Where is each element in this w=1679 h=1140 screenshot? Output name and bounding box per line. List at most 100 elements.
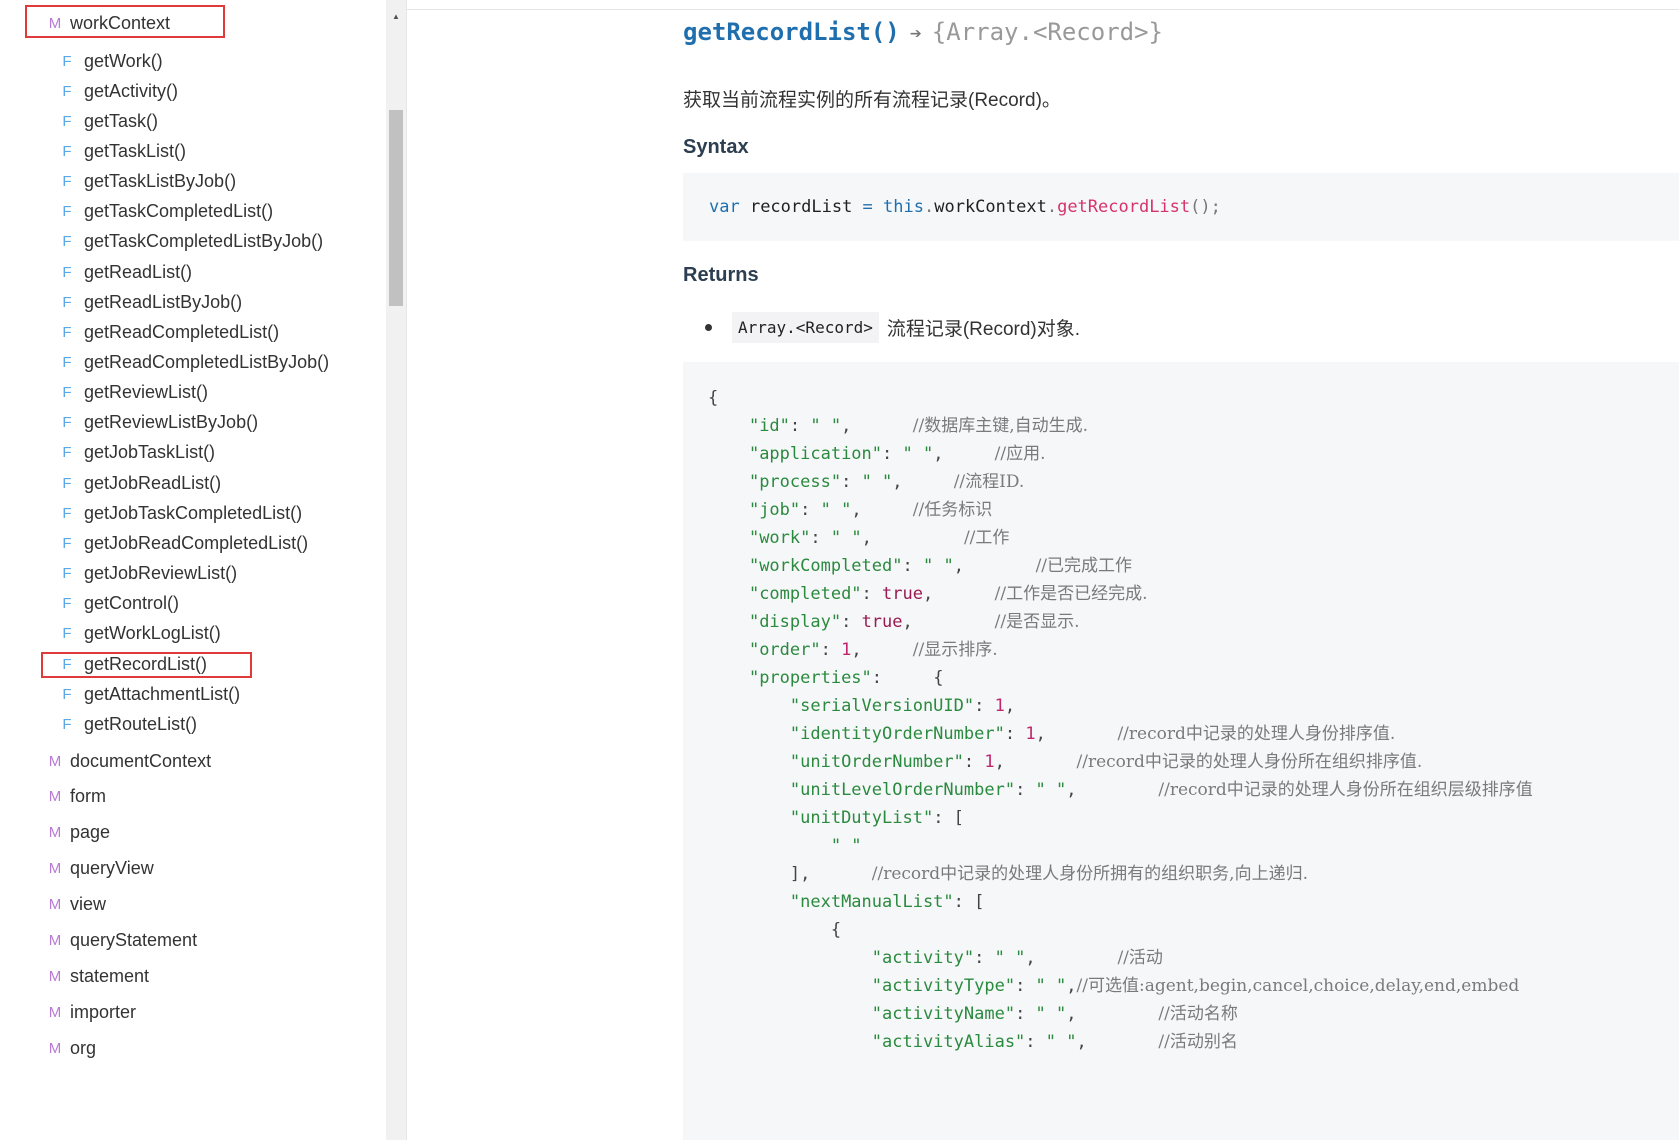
function-icon: F — [62, 444, 72, 462]
function-icon: F — [62, 534, 72, 552]
sidebar-item-function[interactable]: FgetReviewList() — [59, 380, 208, 406]
code-line: "process": " ", //流程ID. — [748, 472, 1025, 492]
code-line: ], //record中记录的处理人身份所拥有的组织职务,向上递归. — [708, 864, 1308, 884]
return-type: Array.<Record> — [732, 312, 879, 343]
sidebar-item-module[interactable]: MqueryView — [47, 855, 154, 883]
sidebar-item-label: workContext — [70, 12, 171, 33]
function-icon: F — [62, 474, 72, 492]
sidebar-item-label: getControl() — [84, 593, 180, 614]
sidebar-item-function[interactable]: FgetTaskListByJob() — [59, 169, 236, 195]
function-icon: F — [62, 52, 72, 70]
module-icon: M — [48, 860, 62, 878]
module-icon: M — [48, 1003, 62, 1021]
function-icon: F — [62, 112, 72, 130]
sidebar-item-function[interactable]: FgetTaskCompletedList() — [59, 199, 273, 225]
sidebar-item-module[interactable]: Morg — [47, 1034, 96, 1062]
title-function: getRecordList() — [683, 18, 900, 46]
sidebar-item-function[interactable]: FgetReadCompletedListByJob() — [59, 350, 329, 376]
sidebar-item-module[interactable]: Mstatement — [47, 962, 149, 990]
module-icon: M — [48, 752, 62, 770]
function-icon: F — [62, 655, 72, 673]
code-line: "unitDutyList": [ — [789, 808, 964, 828]
sidebar-item-label: getReviewList() — [84, 382, 209, 403]
sidebar-item-function[interactable]: FgetAttachmentList() — [59, 681, 240, 707]
sidebar-item-function[interactable]: FgetJobTaskCompletedList() — [59, 500, 302, 526]
code-line: "properties": { — [748, 668, 944, 688]
sidebar-item-function[interactable]: FgetRecordList() — [59, 651, 207, 677]
function-icon: F — [62, 595, 72, 613]
sidebar-item-function[interactable]: FgetActivity() — [59, 78, 178, 104]
code-line: "activityName": " ", //活动名称 — [871, 1004, 1238, 1024]
scroll-up-icon[interactable]: ▲ — [386, 12, 406, 22]
function-icon: F — [62, 354, 72, 371]
sidebar-item-label: getTask() — [84, 110, 159, 131]
code-line: "workCompleted": " ", //已完成工作 — [748, 556, 1133, 576]
page-title: getRecordList() ➔ {Array.<Record>} — [683, 18, 1163, 46]
sidebar-scrollbar[interactable]: ▲ — [386, 0, 406, 1140]
sidebar-item-label: queryView — [70, 858, 154, 879]
function-icon: F — [62, 565, 72, 583]
function-icon: F — [62, 414, 72, 432]
sidebar-item-function[interactable]: FgetReviewListByJob() — [59, 410, 258, 436]
code-line: "identityOrderNumber": 1, //record中记录的处理… — [789, 724, 1396, 744]
sidebar-item-label: getJobTaskCompletedList() — [84, 502, 303, 523]
sidebar-item-function[interactable]: FgetReadList() — [59, 259, 192, 285]
sidebar-item-function[interactable]: FgetControl() — [59, 591, 179, 617]
code-line: "nextManualList": [ — [789, 892, 985, 912]
sidebar-item-module[interactable]: MqueryStatement — [47, 927, 197, 955]
sidebar-item-function[interactable]: FgetRouteList() — [59, 711, 197, 737]
sidebar-item-label: getReviewListByJob() — [84, 412, 259, 433]
sidebar-item-function[interactable]: FgetWork() — [59, 48, 162, 74]
code-line: "serialVersionUID": 1, — [789, 696, 1016, 716]
function-icon: F — [62, 504, 72, 522]
sidebar-item-label: getReadCompletedListByJob() — [84, 352, 330, 372]
sidebar-item-label: statement — [70, 965, 150, 986]
sidebar-item-label: getActivity() — [84, 80, 179, 101]
syntax-heading: Syntax — [683, 136, 749, 158]
sidebar-item-label: getReadCompletedList() — [84, 321, 280, 342]
code-line: { — [708, 920, 842, 940]
sidebar-item-function[interactable]: FgetWorkLogList() — [59, 621, 220, 647]
function-icon: F — [62, 715, 72, 733]
code-line: "unitLevelOrderNumber": " ", //record中记录… — [789, 780, 1533, 800]
sidebar-item-function[interactable]: FgetReadListByJob() — [59, 289, 242, 315]
sidebar-item-label: getTaskCompletedList() — [84, 201, 274, 222]
sidebar-item-label: page — [70, 822, 111, 843]
sidebar-item-module[interactable]: MdocumentContext — [47, 747, 211, 775]
sidebar-item-label: getTaskList() — [84, 140, 187, 161]
sidebar-item-label: view — [70, 894, 107, 915]
module-icon: M — [48, 1039, 62, 1057]
syntax-code: var recordList = this.workContext.getRec… — [709, 197, 1221, 217]
bullet-icon — [705, 324, 712, 331]
sidebar-item-module[interactable]: Mform — [47, 783, 106, 811]
function-icon: F — [62, 685, 72, 703]
sidebar-item-function[interactable]: FgetReadCompletedList() — [59, 319, 279, 345]
sidebar-item-function[interactable]: FgetJobReviewList() — [59, 561, 237, 587]
sidebar-item-label: documentContext — [70, 750, 212, 771]
returns-item: Array.<Record> 流程记录(Record)对象. — [705, 312, 1080, 343]
function-icon: F — [62, 82, 72, 100]
sidebar-item-function[interactable]: FgetTaskCompletedListByJob() — [59, 229, 323, 255]
code-line: "work": " ", //工作 — [748, 528, 1010, 548]
sidebar-item-label: getJobReadCompletedList() — [84, 532, 309, 553]
sidebar-item-function[interactable]: FgetTask() — [59, 108, 158, 134]
scrollbar-thumb[interactable] — [389, 110, 403, 306]
code-line: "activityAlias": " ", //活动别名 — [871, 1032, 1238, 1052]
sidebar-item-function[interactable]: FgetJobTaskList() — [59, 440, 215, 466]
sidebar-item-module[interactable]: Mpage — [47, 819, 110, 847]
sidebar-item-function[interactable]: FgetTaskList() — [59, 138, 186, 164]
code-line: "activityType": " ",//可选值:agent,begin,ca… — [871, 976, 1520, 996]
sidebar-item-workcontext[interactable]: M workContext — [47, 9, 170, 37]
function-icon: F — [62, 173, 72, 191]
code-line: "order": 1, //显示排序. — [748, 640, 998, 660]
sidebar-item-label: getJobReadList() — [84, 472, 222, 493]
sidebar-item-module[interactable]: Mimporter — [47, 998, 136, 1026]
sidebar-item-label: getRecordList() — [84, 653, 208, 674]
sidebar-item-label: importer — [70, 1001, 137, 1022]
sidebar-item-label: getTaskListByJob() — [84, 171, 237, 192]
code-line: "unitOrderNumber": 1, //record中记录的处理人身份所… — [789, 752, 1423, 772]
divider — [407, 9, 1679, 10]
sidebar-item-module[interactable]: Mview — [47, 891, 106, 919]
sidebar-item-function[interactable]: FgetJobReadList() — [59, 470, 221, 496]
sidebar-item-function[interactable]: FgetJobReadCompletedList() — [59, 530, 308, 556]
